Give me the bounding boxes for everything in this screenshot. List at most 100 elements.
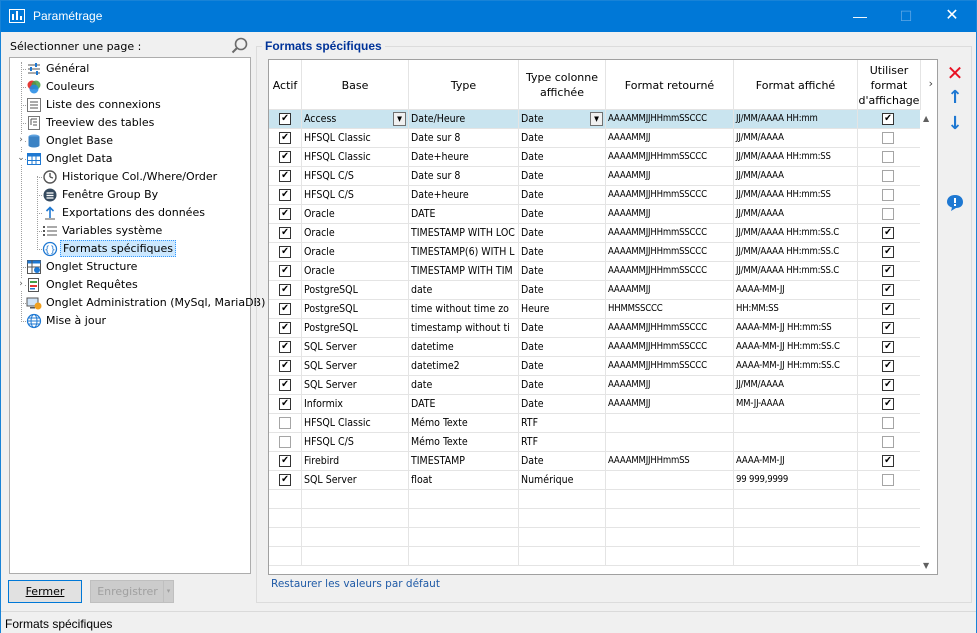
delete-icon[interactable]: ✕ bbox=[945, 61, 965, 85]
actif-checkbox[interactable]: ✔ bbox=[279, 208, 291, 220]
table-row[interactable]: ✔ SQL Server datetime2 Date AAAAMMJJHHmmSSCC… bbox=[269, 357, 921, 376]
actif-checkbox[interactable]: ✔ bbox=[279, 170, 291, 182]
table-row[interactable]: ✔ PostgreSQL timestamp without ti Date AAAAM… bbox=[269, 319, 921, 338]
minimize-button[interactable]: — bbox=[837, 1, 883, 32]
actif-checkbox[interactable]: ✔ bbox=[279, 265, 291, 277]
table-row[interactable]: ✔ Oracle TIMESTAMP WITH LOC Date AAAAMMJJHHm… bbox=[269, 224, 921, 243]
actif-checkbox[interactable]: ✔ bbox=[279, 284, 291, 296]
actif-checkbox[interactable]: ✔ bbox=[279, 151, 291, 163]
table-row[interactable]: ✔ PostgreSQL date Date AAAAMMJJ AAAA-MM-JJ ✔ bbox=[269, 281, 921, 300]
use-format-checkbox[interactable]: ✔ bbox=[882, 398, 894, 410]
table-row[interactable]: ✔ Access ▼ Date/Heure Date ▼ AAAAMMJJHHmmSSCCC… bbox=[269, 110, 921, 129]
table-row[interactable]: ✔ PostgreSQL time without time zo Heure HHMM… bbox=[269, 300, 921, 319]
use-format-checkbox[interactable]: ✔ bbox=[882, 360, 894, 372]
maximize-button[interactable]: ☐ bbox=[883, 1, 929, 32]
header-type-colonne[interactable]: Type colonne affichée bbox=[519, 60, 606, 110]
table-row[interactable]: ✔ Firebird TIMESTAMP Date AAAAMMJJHHmmSS AAAA… bbox=[269, 452, 921, 471]
cell-dropdown-icon[interactable]: ▼ bbox=[393, 112, 406, 126]
cell-dropdown-icon[interactable]: ▼ bbox=[590, 112, 603, 126]
display-format-cell: JJ/MM/AAAA bbox=[734, 376, 858, 395]
actif-checkbox[interactable]: ✔ bbox=[279, 227, 291, 239]
actif-checkbox[interactable]: ✔ bbox=[279, 474, 291, 486]
actif-checkbox[interactable]: ✔ bbox=[279, 303, 291, 315]
cell-text: AAAAMMJJ bbox=[608, 208, 651, 219]
header-base[interactable]: Base bbox=[302, 60, 409, 110]
use-format-checkbox[interactable]: ✔ bbox=[882, 322, 894, 334]
table-row[interactable]: HFSQL Classic Mémo Texte RTF bbox=[269, 414, 921, 433]
actif-checkbox[interactable]: ✔ bbox=[279, 132, 291, 144]
cell-text: DATE bbox=[411, 208, 436, 220]
table-row[interactable]: ✔ HFSQL Classic Date+heure Date AAAAMMJJHHmm… bbox=[269, 148, 921, 167]
scroll-down-icon[interactable]: ▼ bbox=[923, 561, 929, 570]
actif-checkbox[interactable]: ✔ bbox=[279, 360, 291, 372]
tree-item-label: Onglet Administration (MySql, MariaDB) bbox=[46, 296, 266, 309]
actif-checkbox[interactable]: ✔ bbox=[279, 379, 291, 391]
page-tree[interactable]: Général Couleurs Liste des connexions Treev… bbox=[9, 57, 265, 574]
cell-text: TIMESTAMP(6) WITH L bbox=[411, 246, 515, 258]
move-up-icon[interactable]: ↑ bbox=[945, 87, 965, 108]
empty-cell bbox=[606, 509, 734, 528]
scroll-up-icon[interactable]: ▲ bbox=[923, 114, 929, 123]
use-format-checkbox[interactable]: ✔ bbox=[882, 341, 894, 353]
cell-text: AAAAMMJJ bbox=[608, 398, 651, 409]
returned-format-cell: AAAAMMJJHHmmSSCCC bbox=[606, 357, 734, 376]
use-format-checkbox[interactable]: ✔ bbox=[882, 303, 894, 315]
close-button[interactable]: Fermer bbox=[8, 580, 82, 603]
header-format-affiche[interactable]: Format affiché bbox=[734, 60, 858, 110]
returned-format-cell: AAAAMMJJ bbox=[606, 376, 734, 395]
use-format-checkbox[interactable]: ✔ bbox=[882, 379, 894, 391]
use-format-cell: ✔ bbox=[858, 452, 921, 471]
table-row[interactable]: ✔ Informix DATE Date AAAAMMJJ MM-JJ-AAAA ✔ bbox=[269, 395, 921, 414]
actif-checkbox[interactable]: ✔ bbox=[279, 322, 291, 334]
header-type[interactable]: Type bbox=[409, 60, 519, 110]
table-row[interactable]: ✔ HFSQL C/S Date sur 8 Date AAAAMMJJ JJ/MM/AA… bbox=[269, 167, 921, 186]
use-format-checkbox[interactable] bbox=[882, 132, 894, 144]
use-format-checkbox[interactable] bbox=[882, 170, 894, 182]
vertical-scrollbar[interactable]: ▲ ▼ bbox=[920, 110, 937, 574]
use-format-checkbox[interactable]: ✔ bbox=[882, 113, 894, 125]
table-row[interactable]: ✔ Oracle TIMESTAMP(6) WITH L Date AAAAMMJJHH… bbox=[269, 243, 921, 262]
table-row[interactable]: ✔ HFSQL Classic Date sur 8 Date AAAAMMJJ JJ/M… bbox=[269, 129, 921, 148]
cell-text: Date bbox=[521, 322, 544, 334]
actif-checkbox[interactable]: ✔ bbox=[279, 455, 291, 467]
actif-checkbox[interactable] bbox=[279, 417, 291, 429]
use-format-checkbox[interactable]: ✔ bbox=[882, 265, 894, 277]
header-format-retourne[interactable]: Format retourné bbox=[606, 60, 734, 110]
tree-expander-icon[interactable]: › bbox=[17, 134, 25, 146]
tree-expander-icon[interactable]: ⌄ bbox=[17, 152, 25, 164]
use-format-checkbox[interactable]: ✔ bbox=[882, 246, 894, 258]
scroll-right-icon[interactable]: › bbox=[929, 77, 933, 90]
actif-checkbox[interactable]: ✔ bbox=[279, 246, 291, 258]
use-format-checkbox[interactable] bbox=[882, 151, 894, 163]
actif-checkbox[interactable]: ✔ bbox=[279, 113, 291, 125]
move-down-icon[interactable]: ↓ bbox=[945, 113, 965, 134]
use-format-checkbox[interactable] bbox=[882, 189, 894, 201]
tree-item-label: Fenêtre Group By bbox=[62, 188, 159, 201]
use-format-checkbox[interactable]: ✔ bbox=[882, 284, 894, 296]
table-row[interactable]: HFSQL C/S Mémo Texte RTF bbox=[269, 433, 921, 452]
actif-checkbox[interactable]: ✔ bbox=[279, 189, 291, 201]
table-row[interactable]: ✔ HFSQL C/S Date+heure Date AAAAMMJJHHmmSSCC… bbox=[269, 186, 921, 205]
actif-checkbox[interactable]: ✔ bbox=[279, 341, 291, 353]
use-format-checkbox[interactable] bbox=[882, 436, 894, 448]
table-row[interactable]: ✔ SQL Server datetime Date AAAAMMJJHHmmSSCCC… bbox=[269, 338, 921, 357]
use-format-checkbox[interactable]: ✔ bbox=[882, 455, 894, 467]
table-row[interactable]: ✔ SQL Server float Numérique 99 999,9999 bbox=[269, 471, 921, 490]
use-format-checkbox[interactable] bbox=[882, 417, 894, 429]
use-format-checkbox[interactable] bbox=[882, 474, 894, 486]
comment-icon[interactable] bbox=[946, 194, 964, 212]
close-window-button[interactable]: ✕ bbox=[929, 1, 975, 32]
header-actif[interactable]: Actif bbox=[269, 60, 302, 110]
cell-text: Date bbox=[521, 189, 544, 201]
tree-expander-icon[interactable]: › bbox=[17, 278, 25, 290]
table-row[interactable]: ✔ Oracle DATE Date AAAAMMJJ JJ/MM/AAAA bbox=[269, 205, 921, 224]
search-icon[interactable] bbox=[231, 37, 249, 55]
actif-checkbox[interactable]: ✔ bbox=[279, 398, 291, 410]
table-row[interactable]: ✔ Oracle TIMESTAMP WITH TIM Date AAAAMMJJHHm… bbox=[269, 262, 921, 281]
table-row[interactable]: ✔ SQL Server date Date AAAAMMJJ JJ/MM/AAAA ✔ bbox=[269, 376, 921, 395]
header-utiliser-format[interactable]: Utiliser format d'affichage bbox=[858, 60, 921, 110]
restore-defaults-link[interactable]: Restaurer les valeurs par défaut bbox=[271, 578, 440, 590]
use-format-checkbox[interactable] bbox=[882, 208, 894, 220]
use-format-checkbox[interactable]: ✔ bbox=[882, 227, 894, 239]
actif-checkbox[interactable] bbox=[279, 436, 291, 448]
